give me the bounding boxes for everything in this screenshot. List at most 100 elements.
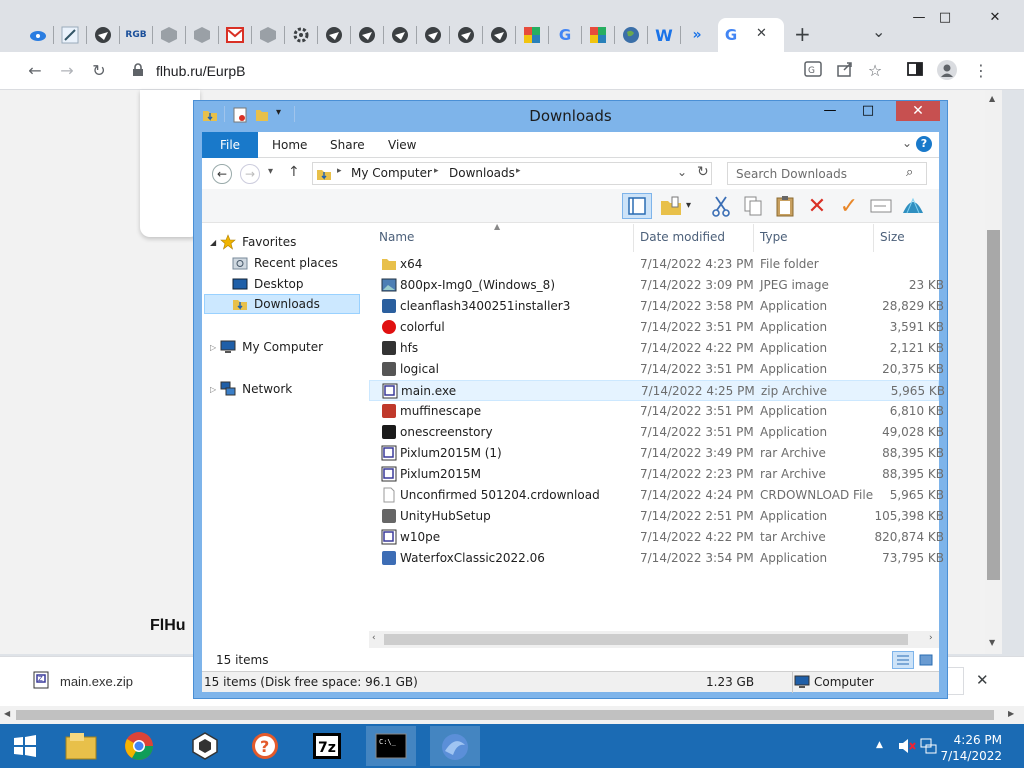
up-arrow-icon[interactable]: ↑ [288,164,300,180]
forward-button-icon[interactable]: → [240,164,260,184]
page-scroll-thumb[interactable] [987,230,1000,580]
folder-options-dropdown-icon[interactable]: ▾ [686,200,691,211]
file-row[interactable]: 800px-Img0_(Windows_8) 7/14/2022 3:09 PM J… [369,275,944,296]
folder-options-icon[interactable] [658,193,684,219]
file-row[interactable]: main.exe 7/14/2022 4:25 PM zip Archive 5,96… [369,380,945,401]
expand-ribbon-chevron-icon[interactable]: ⌄ [902,136,912,150]
tab-favicon-globe-icon[interactable] [455,24,477,46]
search-icon[interactable]: ⌕ [906,165,913,180]
menu-kebab-icon[interactable]: ⋮ [970,60,992,82]
side-panel-icon[interactable] [904,60,926,82]
refresh-icon[interactable]: ↻ [697,164,709,180]
page-horizontal-scrollbar[interactable]: ◀ ▶ [0,706,1024,724]
file-row[interactable]: Pixlum2015M 7/14/2022 2:23 PM rar Archive 8… [369,464,944,485]
nav-my-computer[interactable]: ▷ My Computer [210,337,323,357]
tab-favicon-globe-icon[interactable] [488,24,510,46]
download-filename[interactable]: main.exe.zip [60,674,133,689]
breadcrumb-downloads[interactable]: Downloads [449,166,515,180]
tab-file[interactable]: File [202,132,258,158]
page-vertical-scrollbar[interactable]: ▲ ▼ [985,90,1002,654]
nav-favorites[interactable]: ◢ Favorites [210,232,296,252]
tab-home[interactable]: Home [272,138,307,152]
file-row[interactable]: Unconfirmed 501204.crdownload 7/14/2022 4… [369,485,944,506]
column-header-type[interactable]: Type [760,230,788,244]
profile-avatar-icon[interactable] [936,60,958,82]
tab-favicon-mail-icon[interactable] [224,24,246,46]
maximize-window-button[interactable]: □ [922,4,968,32]
address-bar[interactable]: flhub.ru/EurpB [118,57,888,85]
back-arrow-icon[interactable]: ← [24,60,46,82]
tab-share[interactable]: Share [330,138,365,152]
tab-favicon-colorful-grid-icon[interactable] [521,24,543,46]
explorer-close-button[interactable]: ✕ [896,101,940,121]
reload-icon[interactable]: ↻ [88,60,110,82]
tab-favicon-double-chevron-icon[interactable]: » [686,24,708,46]
breadcrumb-separator-icon[interactable]: ▸ [516,166,521,176]
file-row[interactable]: muffinescape 7/14/2022 3:51 PM Application… [369,401,944,422]
back-button-icon[interactable]: ← [212,164,232,184]
tab-favicon-google-icon[interactable]: G [554,24,576,46]
network-status-icon[interactable] [920,738,938,757]
expand-arrow-icon[interactable]: ▷ [210,343,216,352]
start-button[interactable] [0,726,50,766]
breadcrumb-separator-icon[interactable]: ▸ [337,166,342,176]
checkmark-icon[interactable]: ✓ [836,193,862,219]
taskbar-help-icon[interactable]: ? [240,726,290,766]
paste-clipboard-icon[interactable] [772,193,798,219]
file-row[interactable]: Pixlum2015M (1) 7/14/2022 3:49 PM rar Arch… [369,443,944,464]
tab-view[interactable]: View [388,138,416,152]
new-tab-button[interactable]: + [794,22,811,46]
explorer-titlebar[interactable]: ▾ Downloads — □ ✕ [194,101,947,131]
search-downloads-input[interactable]: Search Downloads [727,162,927,185]
file-row[interactable]: logical 7/14/2022 3:51 PM Application 20,37… [369,359,944,380]
system-clock[interactable]: 4:26 PM 7/14/2022 [940,732,1002,764]
tab-favicon-unity-icon[interactable] [158,24,180,46]
breadcrumb-my-computer[interactable]: My Computer [351,166,432,180]
scroll-right-arrow-icon[interactable]: › [929,633,933,643]
show-hidden-icons-icon[interactable]: ▲ [876,740,883,750]
column-header-date-modified[interactable]: Date modified [640,230,725,244]
tab-favicon-blue-swirl-icon[interactable] [27,24,49,46]
tab-favicon-globe-icon[interactable] [323,24,345,46]
close-download-shelf-icon[interactable]: ✕ [976,671,989,689]
nav-network[interactable]: ▷ Network [210,379,292,399]
file-list-horizontal-scrollbar[interactable]: ‹ › [369,631,939,648]
taskbar-unity-icon[interactable] [180,726,230,766]
tab-favicon-globe-icon[interactable] [422,24,444,46]
shell-icon[interactable] [900,193,926,219]
active-tab[interactable]: G ✕ [718,18,784,52]
file-row[interactable]: hfs 7/14/2022 4:22 PM Application 2,121 KB [369,338,944,359]
copy-icon[interactable] [740,193,766,219]
tab-favicon-unity-icon[interactable] [257,24,279,46]
translate-icon[interactable]: G [802,60,824,82]
expand-arrow-icon[interactable]: ▷ [210,385,216,394]
scroll-right-arrow-icon[interactable]: ▶ [1008,709,1014,718]
tab-favicon-unity-icon[interactable] [191,24,213,46]
scroll-left-arrow-icon[interactable]: ◀ [4,709,10,718]
large-icons-view-icon[interactable] [916,651,936,669]
address-dropdown-chevron-icon[interactable]: ⌄ [677,165,687,179]
file-row[interactable]: WaterfoxClassic2022.06 7/14/2022 3:54 PM A… [369,548,944,569]
nav-desktop[interactable]: Desktop [232,274,304,294]
delete-x-icon[interactable]: ✕ [804,193,830,219]
details-view-icon[interactable] [892,651,914,669]
volume-muted-icon[interactable] [898,738,916,757]
scroll-up-arrow-icon[interactable]: ▲ [989,94,995,103]
preview-pane-icon[interactable] [622,193,652,219]
cut-scissors-icon[interactable] [708,193,734,219]
file-row[interactable]: UnityHubSetup 7/14/2022 2:51 PM Applicatio… [369,506,944,527]
forward-arrow-icon[interactable]: → [56,60,78,82]
file-row[interactable]: onescreenstory 7/14/2022 3:51 PM Applicati… [369,422,944,443]
rename-icon[interactable] [868,193,894,219]
tab-favicon-globe-icon[interactable] [356,24,378,46]
tab-search-chevron-icon[interactable]: ⌄ [872,22,885,41]
file-row[interactable]: colorful 7/14/2022 3:51 PM Application 3,59… [369,317,944,338]
taskbar-waterfox-icon[interactable] [430,726,480,766]
file-list-hscroll-thumb[interactable] [384,634,908,645]
scroll-left-arrow-icon[interactable]: ‹ [372,633,376,643]
tab-favicon-rgb-icon[interactable]: RGB [125,24,147,46]
address-path-box[interactable]: ▸ My Computer ▸ Downloads ▸ ⌄ ↻ [312,162,712,185]
explorer-minimize-button[interactable]: — [817,101,843,121]
bookmark-star-icon[interactable]: ☆ [864,60,886,82]
share-icon[interactable] [834,60,856,82]
